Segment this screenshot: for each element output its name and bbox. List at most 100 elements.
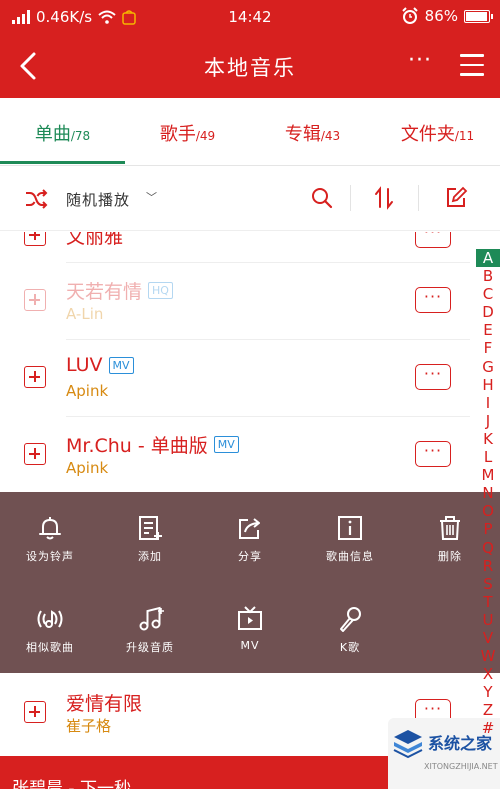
song-info-button[interactable]: 歌曲信息 [300,514,400,564]
index-letter[interactable]: # [476,719,500,737]
edit-icon[interactable] [444,186,468,210]
upgrade-quality-button[interactable]: 升级音质 [100,605,200,655]
song-artist: Apink [66,382,109,400]
similar-songs-icon [37,610,63,628]
add-icon[interactable] [24,366,46,388]
list-item[interactable]: 文丽雅 ··· [0,232,470,263]
song-more-button[interactable]: ··· [415,232,451,248]
index-letter[interactable]: L [476,448,500,466]
index-letter[interactable]: E [476,321,500,339]
tab-label: 单曲 [34,124,71,145]
index-letter[interactable]: Y [476,683,500,701]
list-item[interactable]: Mr.Chu - 单曲版 MV Apink ··· [0,417,470,494]
add-icon[interactable] [24,232,46,246]
song-title-text: 文丽雅 [66,232,124,248]
tab-count: /49 [195,129,216,143]
watermark-url: XITONGZHIJIA.NET [424,762,498,771]
add-icon[interactable] [24,443,46,465]
similar-songs-button[interactable]: 相似歌曲 [0,605,100,655]
action-label: 分享 [238,550,262,563]
index-letter[interactable]: K [476,430,500,448]
add-icon[interactable] [24,701,46,723]
song-more-button[interactable]: ··· [415,364,451,390]
index-letter[interactable]: R [476,557,500,575]
action-label: MV [240,639,260,652]
index-letter[interactable]: X [476,665,500,683]
add-icon[interactable] [24,289,46,311]
song-artist: Apink [66,459,109,477]
alphabet-index: A B C D E F G H I J K L M N O P Q R S T … [476,249,500,739]
search-icon[interactable] [310,186,334,210]
back-icon[interactable] [14,50,44,82]
tab-label: 文件夹 [400,124,455,145]
tv-icon [238,606,262,630]
index-letter[interactable]: C [476,285,500,303]
mv-badge: MV [108,356,134,374]
tab-bar: 单曲/78 歌手/49 专辑/43 文件夹/11 [0,98,500,166]
shuffle-icon[interactable] [24,187,48,211]
index-letter[interactable]: A [476,249,500,268]
karaoke-button[interactable]: K歌 [300,605,400,655]
info-icon [338,516,362,540]
index-letter[interactable]: F [476,339,500,357]
tab-artists[interactable]: 歌手/49 [125,98,250,164]
song-title: Mr.Chu - 单曲版 MV [66,431,239,458]
index-letter[interactable]: O [476,502,500,520]
alarm-icon [401,7,418,24]
index-letter[interactable]: Z [476,701,500,719]
index-letter[interactable]: V [476,629,500,647]
more-options-button[interactable]: ··· [408,48,432,73]
index-letter[interactable]: M [476,466,500,484]
tab-songs[interactable]: 单曲/78 [0,98,125,164]
list-item[interactable]: LUV MV Apink ··· [0,340,470,417]
add-to-playlist-button[interactable]: 添加 [100,514,200,564]
battery-percent: 86% [424,7,458,25]
watermark-logo-icon [393,730,423,759]
index-letter[interactable]: J [476,412,500,430]
action-label: 歌曲信息 [326,550,374,563]
shuffle-play-button[interactable]: 随机播放 [66,189,130,210]
index-letter[interactable]: T [476,593,500,611]
index-letter[interactable]: I [476,394,500,412]
song-more-button[interactable]: ··· [415,441,451,467]
song-list: 文丽雅 ··· 天若有情 HQ A-Lin ··· LUV MV Apink ···… [0,232,470,494]
tab-count: /43 [320,129,341,143]
tab-folders[interactable]: 文件夹/11 [375,98,500,164]
bell-icon [39,517,61,540]
index-letter[interactable]: H [476,376,500,394]
tab-albums[interactable]: 专辑/43 [250,98,375,164]
index-letter[interactable]: G [476,358,500,376]
tab-count: /11 [454,129,475,143]
chevron-down-icon[interactable]: ﹀ [146,189,157,205]
toolbar-divider [418,185,419,211]
index-letter[interactable]: N [476,484,500,502]
battery-icon [464,9,493,23]
status-bar: 0.46K/s 14:42 86% [0,0,500,34]
song-title-text: 爱情有限 [66,693,143,715]
index-letter[interactable]: Q [476,539,500,557]
action-label: 升级音质 [126,641,174,654]
index-letter[interactable]: S [476,575,500,593]
index-letter[interactable]: W [476,647,500,665]
app-header: 本地音乐 ··· [0,34,500,98]
index-letter[interactable]: U [476,611,500,629]
song-title: 天若有情 HQ [66,277,173,304]
hamburger-menu-icon[interactable] [460,54,484,76]
mv-badge: MV [213,436,239,453]
tab-count: /78 [70,129,91,143]
tab-label: 专辑 [284,124,321,145]
index-letter[interactable]: D [476,303,500,321]
now-playing-text: 张碧晨 - 下一秒 [12,779,131,789]
sort-icon[interactable] [372,186,396,210]
list-item[interactable]: 天若有情 HQ A-Lin ··· [0,263,470,340]
action-label: 设为铃声 [26,550,74,563]
tab-label: 歌手 [159,124,196,145]
share-icon [239,518,260,539]
song-more-button[interactable]: ··· [415,287,451,313]
action-label: K歌 [339,641,361,654]
share-button[interactable]: 分享 [200,514,300,564]
set-ringtone-button[interactable]: 设为铃声 [0,514,100,564]
mv-button[interactable]: MV [200,605,300,652]
index-letter[interactable]: B [476,267,500,285]
index-letter[interactable]: P [476,520,500,538]
